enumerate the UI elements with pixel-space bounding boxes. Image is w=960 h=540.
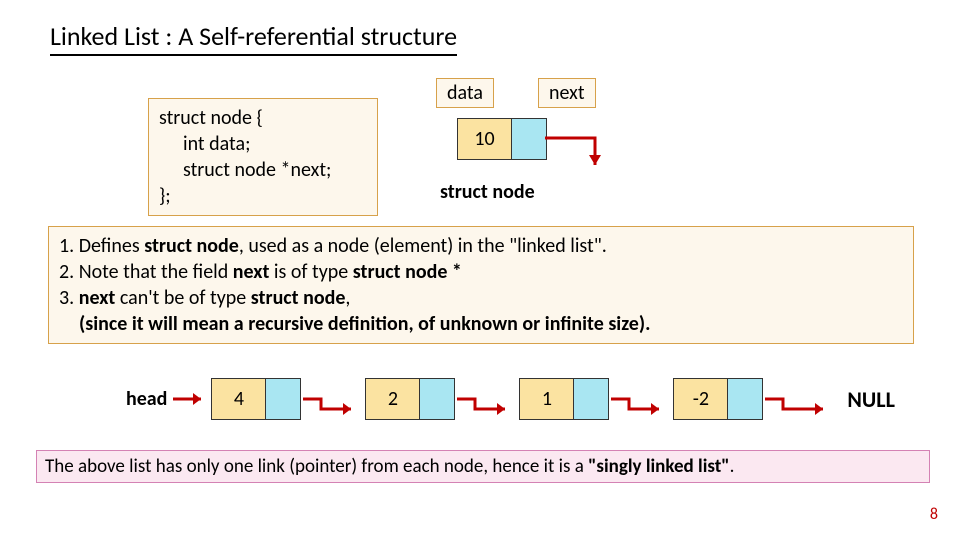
code-line: int data; — [183, 131, 367, 157]
link-arrow-icon — [455, 379, 519, 419]
footnote-box: The above list has only one link (pointe… — [36, 450, 930, 483]
pointer-arrow-icon — [540, 130, 620, 180]
link-arrow-icon — [609, 379, 673, 419]
link-arrow-icon — [763, 379, 837, 419]
code-line: struct node *next; — [183, 157, 367, 183]
linked-list-diagram: head 4 2 1 -2 NULL — [126, 378, 895, 420]
node-pointer-cell — [512, 119, 546, 159]
field-label-data: data — [436, 78, 494, 108]
head-label: head — [126, 387, 167, 411]
note-text: can't be of type — [115, 286, 250, 310]
node-data-cell: 2 — [366, 379, 420, 419]
notes-box: 1. Defines struct node, used as a node (… — [48, 226, 914, 344]
code-definition-box: struct node { int data; struct node *nex… — [148, 98, 378, 216]
note-text: 1. Defines — [59, 234, 144, 258]
code-line: }; — [159, 183, 367, 209]
node-pointer-cell — [420, 379, 454, 419]
note-line: 2. Note that the field next is of type s… — [59, 259, 903, 285]
null-label: NULL — [847, 386, 894, 413]
note-text: 3. — [59, 286, 79, 310]
field-label-next: next — [538, 78, 596, 108]
link-arrow-icon — [171, 379, 211, 419]
note-text-bold: struct node — [144, 234, 239, 258]
footnote-text: . — [730, 455, 735, 478]
note-line: 3. next can't be of type struct node, — [59, 285, 903, 311]
slide-number: 8 — [930, 505, 938, 524]
note-text-bold: next — [233, 260, 270, 284]
node-data-cell: -2 — [674, 379, 728, 419]
note-text: 2. Note that the field — [59, 260, 233, 284]
note-text: , used as a node (element) in the "linke… — [239, 234, 607, 258]
list-node: 2 — [365, 378, 455, 420]
link-arrow-icon — [301, 379, 365, 419]
node-box: 10 — [457, 118, 547, 160]
footnote-text-bold: "singly linked list" — [588, 455, 730, 478]
note-text-bold: (since it will mean a recursive definiti… — [79, 312, 650, 336]
code-line: struct node { — [159, 105, 367, 131]
page-title: Linked List : A Self-referential structu… — [50, 20, 457, 56]
note-text: , — [345, 286, 350, 310]
node-data-cell: 10 — [458, 119, 512, 159]
node-pointer-cell — [728, 379, 762, 419]
list-node: 4 — [211, 378, 301, 420]
list-node: 1 — [519, 378, 609, 420]
node-pointer-cell — [574, 379, 608, 419]
note-line: (since it will mean a recursive definiti… — [79, 311, 903, 337]
note-line: 1. Defines struct node, used as a node (… — [59, 233, 903, 259]
node-data-cell: 4 — [212, 379, 266, 419]
node-pointer-cell — [266, 379, 300, 419]
footnote-text: The above list has only one link (pointe… — [45, 455, 588, 478]
note-text-bold: struct node — [251, 286, 346, 310]
note-text-bold: next — [79, 286, 116, 310]
note-text: is of type — [269, 260, 352, 284]
node-data-cell: 1 — [520, 379, 574, 419]
struct-caption: struct node — [440, 180, 535, 204]
note-text-bold: struct node * — [353, 260, 462, 284]
single-node-diagram: 10 — [457, 118, 547, 160]
list-node: -2 — [673, 378, 763, 420]
